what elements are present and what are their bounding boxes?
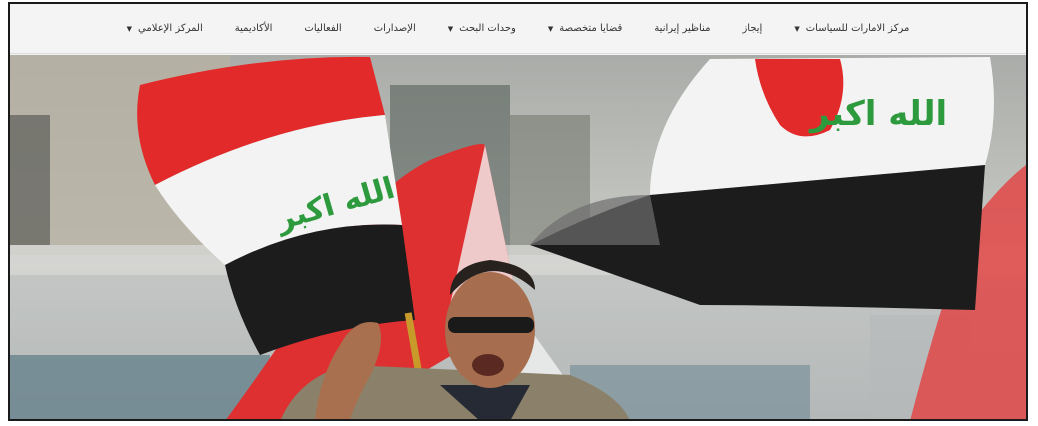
chevron-down-icon: ▼ bbox=[547, 24, 554, 33]
nav-item-emirates-policy-center[interactable]: مركز الامارات للسياسات ▼ bbox=[794, 23, 909, 34]
nav-item-label: قضايا متخصصة bbox=[559, 23, 623, 34]
nav-item-iranian-perspectives[interactable]: مناظير إيرانية bbox=[654, 23, 710, 34]
nav-item-label: الإصدارات bbox=[373, 23, 416, 34]
nav-item-research-units[interactable]: وحدات البحث ▼ bbox=[448, 23, 516, 34]
chevron-down-icon: ▼ bbox=[447, 24, 454, 33]
top-navigation: مركز الامارات للسياسات ▼ إيجاز مناظير إي… bbox=[10, 4, 1026, 54]
nav-item-specialized-issues[interactable]: قضايا متخصصة ▼ bbox=[548, 23, 622, 34]
nav-item-label: إيجاز bbox=[742, 23, 763, 34]
nav-item-label: المركز الإعلامي bbox=[138, 23, 203, 34]
nav-item-media-center[interactable]: المركز الإعلامي ▼ bbox=[127, 23, 203, 34]
chevron-down-icon: ▼ bbox=[126, 24, 133, 33]
nav-item-label: وحدات البحث bbox=[459, 23, 516, 34]
nav-item-label: مناظير إيرانية bbox=[654, 23, 711, 34]
nav-item-academy[interactable]: الأكاديمية bbox=[235, 23, 273, 34]
flag-inscription: الله اكبر bbox=[808, 94, 947, 134]
chevron-down-icon: ▼ bbox=[794, 24, 800, 33]
nav-item-label: الأكاديمية bbox=[234, 23, 273, 34]
nav-item-publications[interactable]: الإصدارات bbox=[374, 23, 416, 34]
nav-item-label: مركز الامارات للسياسات bbox=[805, 23, 910, 34]
browser-frame: مركز الامارات للسياسات ▼ إيجاز مناظير إي… bbox=[8, 2, 1028, 421]
nav-item-events[interactable]: الفعاليات bbox=[304, 23, 341, 34]
hero-image: الله اكبر الله اكبر bbox=[10, 55, 1026, 419]
nav-item-label: الفعاليات bbox=[304, 23, 342, 34]
nav-item-brief[interactable]: إيجاز bbox=[742, 23, 762, 34]
